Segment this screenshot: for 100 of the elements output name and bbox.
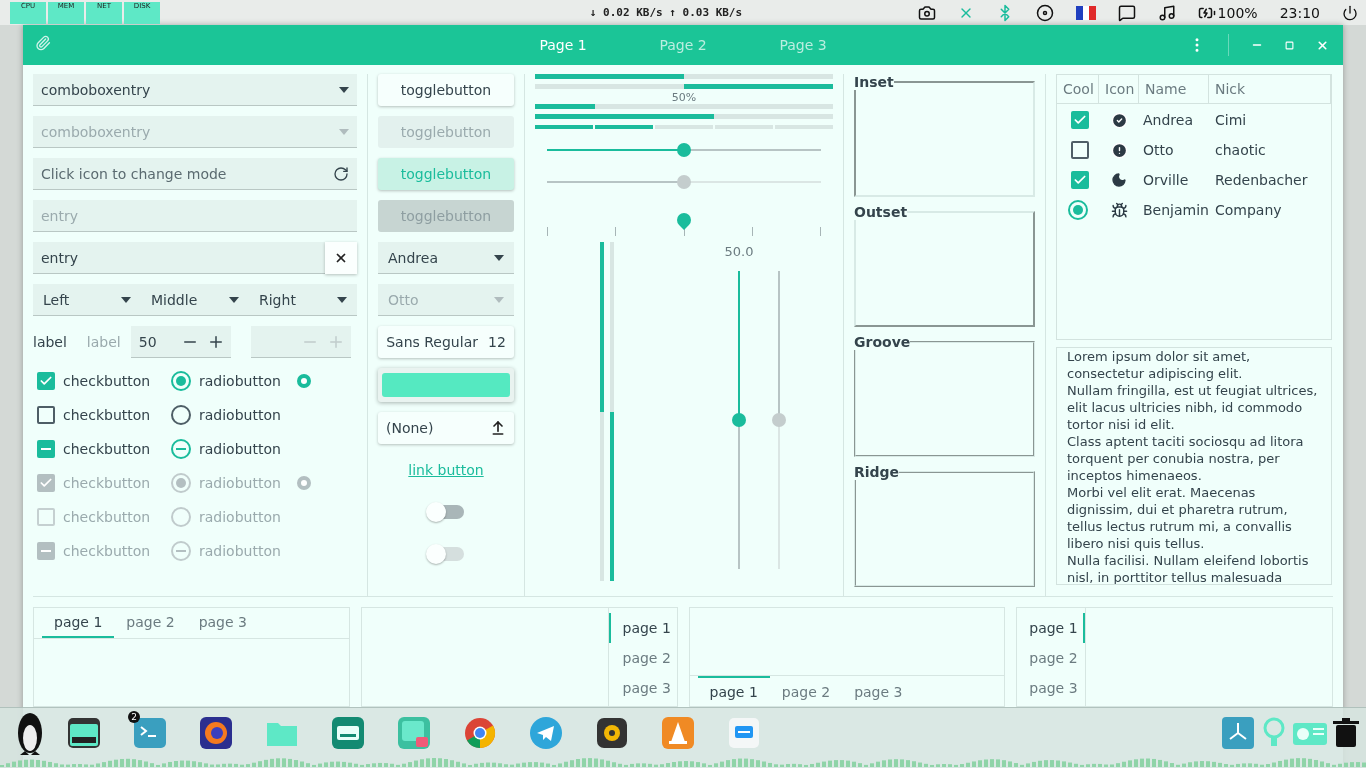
power-icon[interactable] [1342, 4, 1358, 21]
progress-text: 50% [670, 92, 698, 104]
keyboard-icon[interactable] [330, 715, 366, 751]
maximize-icon[interactable] [1285, 40, 1294, 50]
message-icon[interactable] [1117, 3, 1136, 22]
notebook-tab[interactable]: page 3 [608, 673, 677, 703]
check-icon [39, 374, 53, 388]
checkbox[interactable] [37, 406, 55, 424]
notebook-tab[interactable]: page 1 [608, 613, 677, 643]
radio-label: radiobutton [199, 407, 281, 423]
radio-label: radiobutton [199, 543, 281, 559]
dropdown-arrow-icon [121, 296, 131, 303]
terminal-icon[interactable] [132, 715, 168, 751]
column-header[interactable]: Nick [1209, 75, 1331, 103]
font-name: Sans Regular [386, 334, 478, 350]
speaker-icon[interactable] [594, 715, 630, 751]
font-button[interactable]: Sans Regular 12 [378, 326, 514, 358]
radio-label: radiobutton [199, 373, 281, 389]
radio-button[interactable] [171, 371, 191, 391]
screenshot-icon[interactable] [396, 715, 432, 751]
traffic-cone-icon[interactable] [660, 715, 696, 751]
dropdown-arrow-icon [339, 86, 349, 93]
text-entry[interactable]: entry [33, 242, 357, 274]
notebook-tab[interactable]: page 3 [186, 608, 259, 638]
column-header[interactable]: Name [1139, 75, 1209, 103]
checkbox[interactable] [37, 440, 55, 458]
paper-plane-icon[interactable] [528, 715, 564, 751]
check-circle-icon [1110, 111, 1128, 129]
upload-icon[interactable] [490, 420, 506, 436]
combo-entry[interactable]: comboboxentry [33, 74, 357, 106]
check-icon [1073, 113, 1087, 127]
checkbox-label: checkbutton [63, 441, 151, 457]
label: label [86, 334, 121, 350]
column-header[interactable]: Cool [1057, 75, 1099, 103]
terminal-icon[interactable] [66, 715, 102, 751]
paragraph: Class aptent taciti sociosqu ad litora torquent per conubia nostra, per inceptos himenaeos. [1067, 433, 1305, 484]
network-speed: ↓ 0.02 KB/s ↑ 0.03 KB/s [589, 6, 744, 19]
vertical-slider[interactable] [732, 271, 746, 569]
table-cell-text: Cimi [1214, 112, 1248, 128]
table-cell-text: Redenbacher [1214, 172, 1309, 188]
radio-button[interactable] [1068, 200, 1088, 220]
checkbox[interactable] [1071, 171, 1089, 189]
checkbox-label: checkbutton [63, 407, 151, 423]
radio-button[interactable] [171, 439, 191, 459]
browser-icon[interactable] [198, 715, 234, 751]
browser-icon[interactable] [462, 715, 498, 751]
combo-box[interactable]: Middle [141, 284, 249, 315]
text-input[interactable]: Click icon to change mode [41, 165, 333, 182]
notebook-tab[interactable]: page 1 [42, 608, 115, 638]
table-cell-text: Otto [1142, 142, 1175, 158]
check-icon [1073, 173, 1087, 187]
radio-button[interactable] [297, 374, 311, 388]
radio-label: radiobutton [199, 509, 281, 525]
radio-label: radiobutton [199, 475, 281, 491]
checkbox-label: checkbutton [63, 509, 151, 525]
radio-button[interactable] [171, 405, 191, 425]
close-icon[interactable] [1316, 38, 1329, 52]
flag-icon[interactable] [1075, 5, 1096, 20]
disc-icon[interactable] [1035, 3, 1054, 22]
frame-label: Inset [854, 74, 894, 90]
paragraph: Nulla facilisi. Nullam eleifend lobortis nisl, in porttitor tellus malesuada [1067, 552, 1310, 584]
notebook-tab[interactable]: page 3 [1017, 673, 1086, 703]
paragraph: Morbi vel elit erat. Maecenas dignissim, dui et pharetra rutrum, tellus lectus rutrum mi, a convallis libero nisi quis tellus. [1067, 484, 1293, 552]
checkbox[interactable] [1071, 111, 1089, 129]
notebook-tab[interactable]: page 1 [1017, 613, 1086, 643]
clear-button[interactable] [325, 241, 357, 274]
refresh-icon[interactable] [333, 165, 349, 182]
clock[interactable]: 23:10 [1279, 4, 1320, 21]
vertical-slider[interactable] [772, 271, 786, 569]
checkbox-label: checkbutton [63, 543, 151, 559]
paragraph: Nullam fringilla, est ut feugiat ultrices, elit lacus ultricies nibh, id commodo tortor nisi id elit. [1067, 382, 1319, 433]
checkbox[interactable] [37, 372, 55, 390]
file-button[interactable]: (None) [378, 412, 514, 444]
alert-icon [1110, 141, 1128, 159]
music-icon[interactable] [1157, 3, 1176, 22]
camera-icon[interactable] [917, 3, 936, 22]
paperclip-icon[interactable] [35, 35, 51, 51]
text-entry[interactable]: Click icon to change mode [33, 158, 357, 190]
notebook-tab[interactable]: page 3 [842, 676, 915, 706]
combo-box[interactable]: Left [33, 284, 141, 315]
toggle-button[interactable]: togglebutton [378, 74, 514, 106]
dropdown-arrow-icon [494, 254, 504, 261]
switch[interactable] [428, 505, 464, 519]
table-cell-text: Company [1214, 202, 1283, 218]
column-header[interactable]: Icon [1099, 75, 1139, 103]
notebook-tab[interactable]: page 2 [114, 608, 187, 638]
spin-button[interactable]: 50 [130, 326, 231, 358]
combo-box[interactable]: Andrea [378, 242, 514, 274]
checkbox-label: checkbutton [63, 373, 151, 389]
bug-icon [1110, 201, 1128, 219]
combo-box[interactable]: Right [249, 284, 357, 315]
notebook-tab[interactable]: page 2 [608, 643, 677, 673]
text-view[interactable] [1056, 347, 1332, 585]
checkbox[interactable] [1071, 141, 1089, 159]
moon-icon [1111, 172, 1127, 188]
notebook-tab[interactable]: page 2 [1017, 643, 1086, 673]
check-icon [39, 476, 53, 490]
frame-label: Outset [854, 204, 908, 220]
notebook-tab[interactable]: page 2 [769, 676, 843, 706]
link-button[interactable]: link button [408, 454, 484, 486]
